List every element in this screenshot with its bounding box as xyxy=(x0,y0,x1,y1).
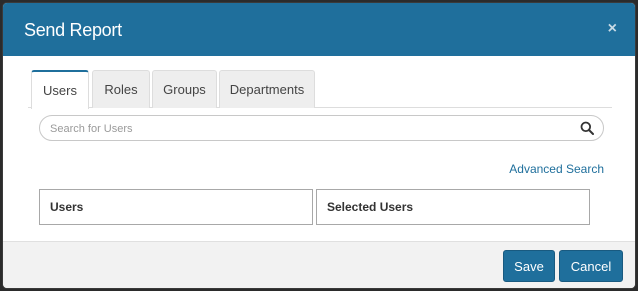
search-icon[interactable] xyxy=(580,121,594,135)
selected-users-list-header: Selected Users xyxy=(327,200,414,214)
dialog-title: Send Report xyxy=(24,20,122,40)
tab-roles[interactable]: Roles xyxy=(92,70,150,108)
dialog-header: Send Report × xyxy=(3,3,635,56)
save-button[interactable]: Save xyxy=(503,250,555,282)
dialog-body: Users Roles Groups Departments Advanced … xyxy=(3,56,635,241)
users-list[interactable]: Users xyxy=(39,189,313,225)
search-input[interactable] xyxy=(50,120,570,137)
tab-departments[interactable]: Departments xyxy=(219,70,315,108)
search-box xyxy=(39,115,604,141)
selected-users-list[interactable]: Selected Users xyxy=(316,189,590,225)
send-report-dialog: Send Report × Users Roles Groups Departm… xyxy=(2,2,636,289)
dialog-footer: Save Cancel xyxy=(3,241,635,288)
tab-bar: Users Roles Groups Departments xyxy=(28,70,612,109)
advanced-search-link[interactable]: Advanced Search xyxy=(509,162,604,176)
tab-groups[interactable]: Groups xyxy=(152,70,217,108)
close-icon[interactable]: × xyxy=(608,20,617,38)
tab-users[interactable]: Users xyxy=(31,70,89,109)
cancel-button[interactable]: Cancel xyxy=(559,250,623,282)
users-list-header: Users xyxy=(50,200,84,214)
